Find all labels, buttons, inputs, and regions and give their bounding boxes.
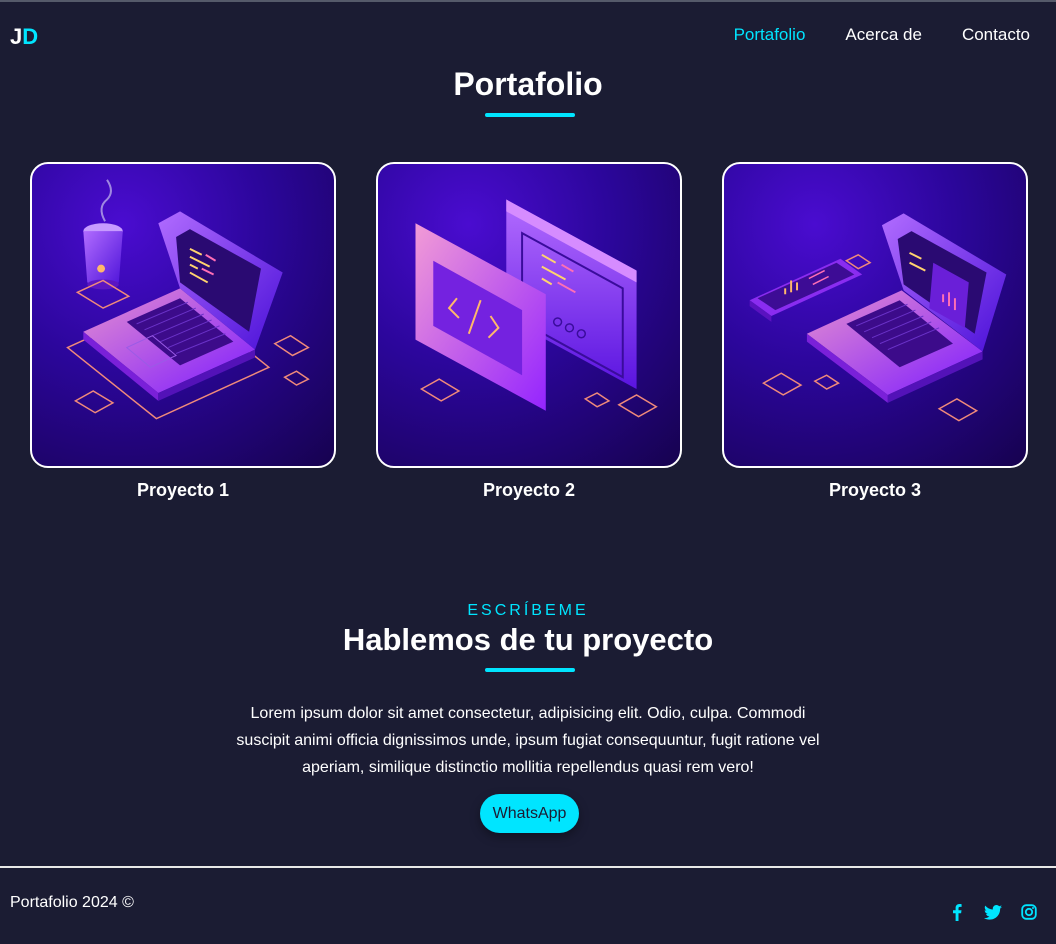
laptop-tablet-illustration (749, 213, 1007, 422)
nav-link-acerca-de[interactable]: Acerca de (845, 25, 922, 45)
contact-title-underline (485, 668, 575, 672)
project-title-3: Proyecto 3 (828, 480, 922, 500)
logo[interactable]: JD (10, 24, 38, 50)
contact-kicker: ESCRÍBEME (467, 602, 589, 619)
instagram-icon[interactable] (1018, 902, 1040, 922)
footer-copyright: Portafolio 2024 © (10, 894, 134, 911)
whatsapp-button[interactable]: WhatsApp (480, 794, 579, 833)
contact-paragraph: Lorem ipsum dolor sit amet consectetur, … (236, 705, 820, 776)
code-windows-illustration (415, 199, 658, 418)
project-title-1: Proyecto 1 (136, 480, 230, 500)
nav-link-portafolio[interactable]: Portafolio (734, 25, 806, 45)
top-border (0, 0, 1056, 2)
project-title-2: Proyecto 2 (482, 480, 576, 500)
social-links (946, 902, 1040, 922)
portfolio-title-underline (485, 113, 575, 117)
project-card-3[interactable] (722, 162, 1028, 468)
portfolio-title: Portafolio (453, 66, 603, 102)
logo-letter-j: J (10, 24, 23, 49)
facebook-icon[interactable] (946, 902, 968, 922)
nav-link-contacto[interactable]: Contacto (962, 25, 1030, 45)
main-nav: Portafolio Acerca de Contacto (734, 25, 1030, 45)
footer-divider (0, 866, 1056, 868)
contact-title: Hablemos de tu proyecto (342, 622, 714, 657)
logo-letter-d: D (22, 24, 39, 49)
project-card-2[interactable] (376, 162, 682, 468)
project-card-1[interactable] (30, 162, 336, 468)
laptop-coffee-illustration (66, 179, 310, 420)
twitter-icon[interactable] (982, 902, 1004, 922)
